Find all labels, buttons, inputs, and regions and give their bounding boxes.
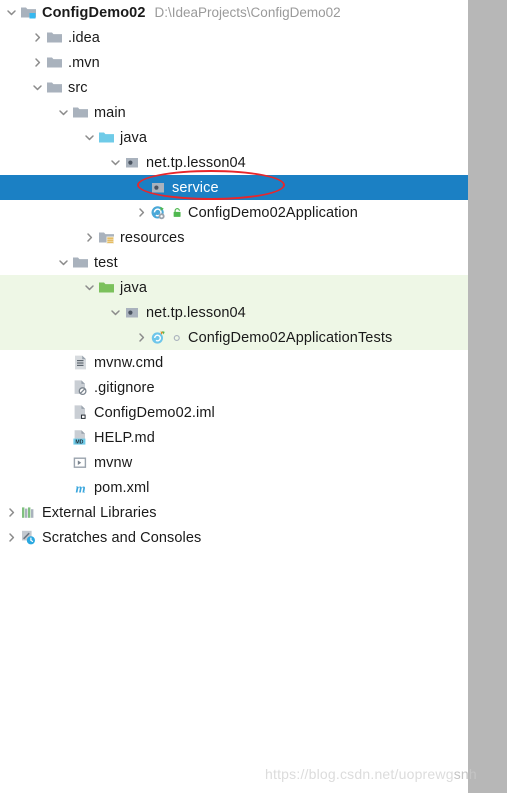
chevron-down-icon[interactable]	[29, 80, 45, 96]
external-libraries-icon	[19, 504, 37, 522]
tree-row[interactable]: Scratches and Consoles	[0, 525, 468, 550]
green-lock-icon	[171, 205, 185, 221]
tree-row-label: test	[94, 254, 118, 271]
folder-icon	[71, 254, 89, 272]
tree-row[interactable]: .idea	[0, 25, 468, 50]
folder-icon	[45, 29, 63, 47]
chevron-down-icon[interactable]	[81, 280, 97, 296]
source-root-folder-icon	[97, 129, 115, 147]
iml-file-icon	[71, 404, 89, 422]
tree-row-label: .gitignore	[94, 379, 155, 396]
tree-row-label: main	[94, 104, 126, 121]
chevron-down-icon[interactable]	[3, 5, 19, 21]
no-chevron-spacer	[55, 480, 71, 496]
tree-row[interactable]: src	[0, 75, 468, 100]
tree-row-label: mvnw.cmd	[94, 354, 164, 371]
tree-row[interactable]: java	[0, 125, 468, 150]
markdown-file-icon: MD	[71, 429, 89, 447]
tree-row-label: java	[120, 129, 147, 146]
tree-row-label: java	[120, 279, 147, 296]
scratches-icon	[19, 529, 37, 547]
tree-row-label: ConfigDemo02.iml	[94, 404, 215, 421]
project-tree-panel[interactable]: ConfigDemo02 D:\IdeaProjects\ConfigDemo02…	[0, 0, 468, 793]
folder-icon	[71, 104, 89, 122]
gitignore-file-icon	[71, 379, 89, 397]
watermark-tail: snh	[453, 766, 477, 782]
tree-row[interactable]: net.tp.lesson04	[0, 150, 468, 175]
tree-row[interactable]: External Libraries	[0, 500, 468, 525]
tree-row[interactable]: .gitignore	[0, 375, 468, 400]
watermark-text: https://blog.csdn.net/uoprewgsnh	[265, 766, 477, 782]
package-icon	[123, 154, 141, 172]
chevron-right-icon[interactable]	[133, 205, 149, 221]
chevron-right-icon[interactable]	[29, 30, 45, 46]
package-icon	[123, 304, 141, 322]
tree-row[interactable]: service	[0, 175, 468, 200]
tree-row-label: Scratches and Consoles	[42, 529, 202, 546]
no-chevron-spacer	[55, 380, 71, 396]
tree-row[interactable]: main	[0, 100, 468, 125]
svg-text:MD: MD	[75, 439, 83, 445]
tree-row[interactable]: ConfigDemo02.iml	[0, 400, 468, 425]
spring-boot-class-icon	[149, 204, 167, 222]
tree-row-label: resources	[120, 229, 185, 246]
chevron-right-icon[interactable]	[3, 505, 19, 521]
tree-row-label: .mvn	[68, 54, 100, 71]
tree-row-label: .idea	[68, 29, 100, 46]
tree-row[interactable]: net.tp.lesson04	[0, 300, 468, 325]
tree-row-label: net.tp.lesson04	[146, 154, 246, 171]
chevron-down-icon[interactable]	[55, 255, 71, 271]
tree-row-label: HELP.md	[94, 429, 155, 446]
test-source-root-folder-icon	[97, 279, 115, 297]
tree-row[interactable]: java	[0, 275, 468, 300]
project-path-label: D:\IdeaProjects\ConfigDemo02	[154, 5, 341, 20]
maven-pom-icon: m	[71, 479, 89, 497]
chevron-right-icon[interactable]	[29, 55, 45, 71]
tree-row-label: ConfigDemo02	[42, 4, 146, 21]
right-gutter-panel	[468, 0, 507, 793]
chevron-right-icon[interactable]	[133, 330, 149, 346]
folder-icon	[45, 54, 63, 72]
watermark-main: https://blog.csdn.net/uoprewg	[265, 766, 454, 782]
tree-row-label: mvnw	[94, 454, 133, 471]
no-chevron-spacer	[133, 180, 149, 196]
tree-row-label: ConfigDemo02ApplicationTests	[188, 329, 393, 346]
chevron-down-icon[interactable]	[107, 305, 123, 321]
tree-row-label: src	[68, 79, 88, 96]
cmd-file-icon	[71, 354, 89, 372]
no-chevron-spacer	[55, 355, 71, 371]
tree-row[interactable]: ConfigDemo02ApplicationTests	[0, 325, 468, 350]
tree-row[interactable]: MD HELP.md	[0, 425, 468, 450]
no-chevron-spacer	[55, 455, 71, 471]
tree-row[interactable]: ConfigDemo02 D:\IdeaProjects\ConfigDemo02	[0, 0, 468, 25]
tree-row-label: service	[172, 179, 219, 196]
tree-row-label: net.tp.lesson04	[146, 304, 246, 321]
tree-row[interactable]: resources	[0, 225, 468, 250]
tree-row-label: pom.xml	[94, 479, 150, 496]
resources-folder-icon	[97, 229, 115, 247]
svg-text:m: m	[75, 480, 85, 495]
no-chevron-spacer	[55, 430, 71, 446]
chevron-down-icon[interactable]	[107, 155, 123, 171]
chevron-down-icon[interactable]	[55, 105, 71, 121]
tree-row[interactable]: .mvn	[0, 50, 468, 75]
test-class-icon	[149, 329, 167, 347]
folder-icon	[45, 79, 63, 97]
no-chevron-spacer	[55, 405, 71, 421]
package-icon	[149, 179, 167, 197]
project-module-icon	[19, 4, 37, 22]
circle-dot-icon	[171, 330, 185, 346]
tree-row-label: External Libraries	[42, 504, 157, 521]
tree-row[interactable]: m pom.xml	[0, 475, 468, 500]
chevron-down-icon[interactable]	[81, 130, 97, 146]
tree-row[interactable]: test	[0, 250, 468, 275]
tree-row[interactable]: mvnw	[0, 450, 468, 475]
chevron-right-icon[interactable]	[3, 530, 19, 546]
tree-row[interactable]: ConfigDemo02Application	[0, 200, 468, 225]
tree-row-label: ConfigDemo02Application	[188, 204, 358, 221]
tree-row[interactable]: mvnw.cmd	[0, 350, 468, 375]
script-file-icon	[71, 454, 89, 472]
chevron-right-icon[interactable]	[81, 230, 97, 246]
